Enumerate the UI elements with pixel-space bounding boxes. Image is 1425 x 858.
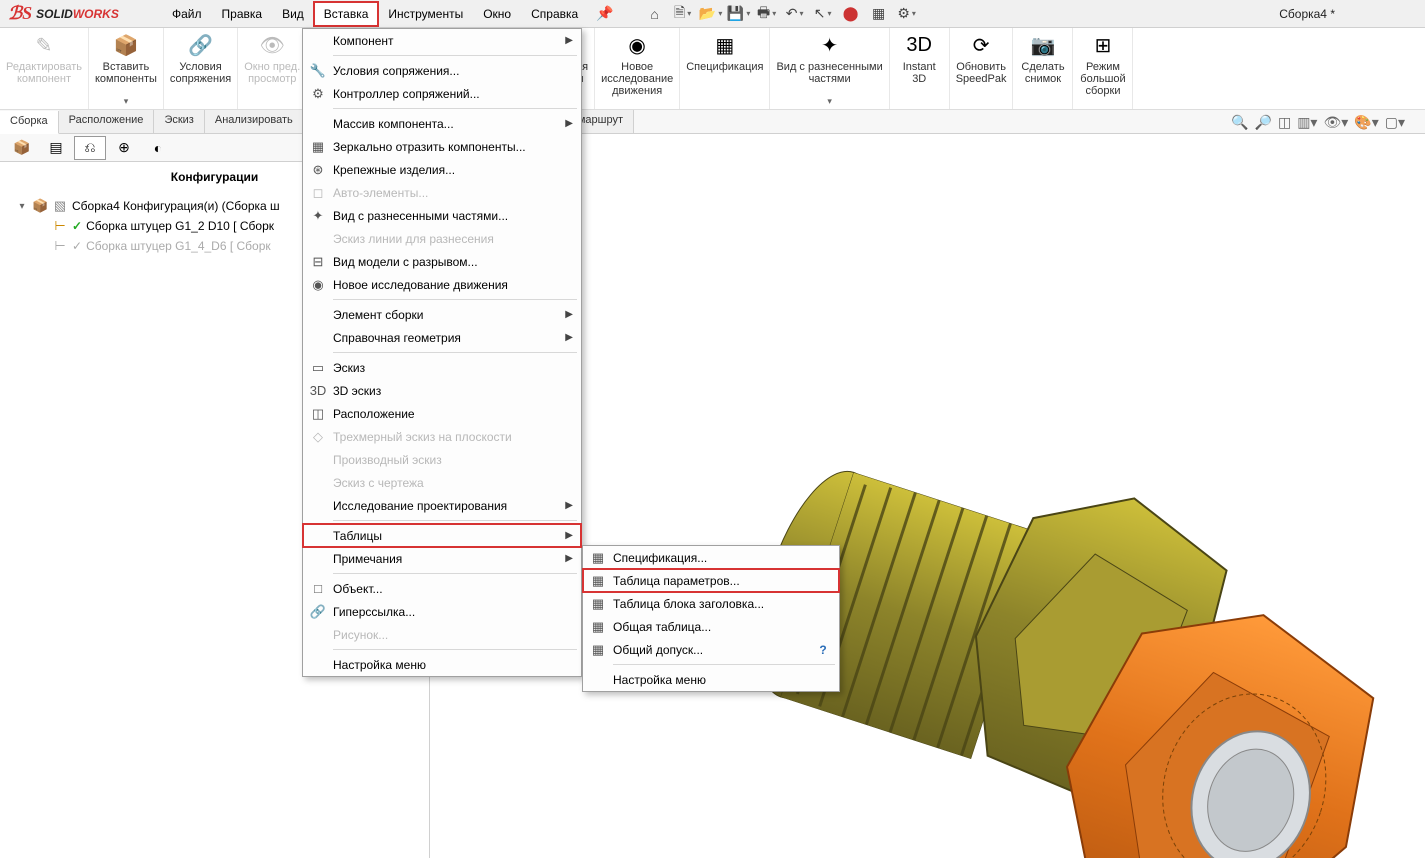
model-render (765, 364, 1425, 858)
menuitem-вид-модели-с-разрывом-[interactable]: ⊟Вид модели с разрывом... (303, 250, 581, 273)
ribbon-11[interactable]: 3DInstant3D (890, 28, 950, 109)
app-logo: ℬS SOLIDWORKS (0, 3, 162, 24)
menuitem-таблицы[interactable]: Таблицы▶ (303, 524, 581, 547)
appearance-icon[interactable]: 🎨▾ (1354, 114, 1378, 131)
home-icon[interactable]: ⌂ (642, 3, 668, 25)
ribbon-10[interactable]: ✦Вид с разнесеннымичастями▾ (770, 28, 889, 109)
pin-icon[interactable]: 📌 (588, 5, 621, 22)
menuitem-массив-компонента-[interactable]: Массив компонента...▶ (303, 112, 581, 135)
zoom-area-icon[interactable]: 🔎 (1255, 114, 1272, 131)
menuitem-настройка-меню[interactable]: Настройка меню (583, 668, 839, 691)
ribbon-14[interactable]: ⊞Режимбольшойсборки (1073, 28, 1133, 109)
insert-menu-dropdown: Компонент▶ 🔧Условия сопряжения...⚙Контрол… (302, 28, 582, 677)
menuitem-контроллер-сопряжений-[interactable]: ⚙Контроллер сопряжений... (303, 82, 581, 105)
menuitem-настройка-меню[interactable]: Настройка меню (303, 653, 581, 676)
menu-вид[interactable]: Вид (272, 2, 314, 26)
menu-инструменты[interactable]: Инструменты (378, 2, 473, 26)
menuitem-эскиз-с-чертежа: Эскиз с чертежа (303, 471, 581, 494)
menuitem-зеркально-отразить-компоненты-[interactable]: ▦Зеркально отразить компоненты... (303, 135, 581, 158)
view-toolbar: 🔍 🔎 ◫ ▥▾ 👁▾ 🎨▾ ▢▾ (1231, 110, 1405, 134)
menu-файл[interactable]: Файл (162, 2, 212, 26)
menuitem-условия-сопряжения-[interactable]: 🔧Условия сопряжения... (303, 59, 581, 82)
menuitem-расположение[interactable]: ◫Расположение (303, 402, 581, 425)
menuitem-гиперссылка-[interactable]: 🔗Гиперссылка... (303, 600, 581, 623)
menuitem-примечания[interactable]: Примечания▶ (303, 547, 581, 570)
tab-3[interactable]: Анализировать (205, 110, 304, 133)
zoom-fit-icon[interactable]: 🔍 (1231, 114, 1248, 131)
dimxpert-tab[interactable]: ⊕ (108, 136, 140, 160)
display-tab[interactable]: ◐ (142, 136, 174, 160)
print-icon[interactable]: 🖶 (754, 3, 780, 25)
menu-вставка[interactable]: Вставка (314, 2, 379, 26)
menuitem-спецификация-[interactable]: ▦Спецификация... (583, 546, 839, 569)
new-icon[interactable]: 🗎 (670, 3, 696, 25)
menuitem-вид-с-разнесенными-частями-[interactable]: ✦Вид с разнесенными частями... (303, 204, 581, 227)
ribbon-12[interactable]: ⟳ОбновитьSpeedPak (950, 28, 1014, 109)
menuitem-таблица-блока-заголовка-[interactable]: ▦Таблица блока заголовка... (583, 592, 839, 615)
menuitem-общая-таблица-[interactable]: ▦Общая таблица... (583, 615, 839, 638)
ribbon-2[interactable]: 🔗Условиясопряжения (164, 28, 238, 109)
menuitem-трехмерный-эскиз-на-плоскости: ◇Трехмерный эскиз на плоскости (303, 425, 581, 448)
menu-окно[interactable]: Окно (473, 2, 521, 26)
menuitem-таблица-параметров-[interactable]: ▦Таблица параметров... (583, 569, 839, 592)
ribbon-8[interactable]: ◉Новоеисследованиедвижения (595, 28, 680, 109)
ribbon-3: 👁Окно пред.просмотр (238, 28, 307, 109)
menuitem-исследование-проектирования[interactable]: Исследование проектирования▶ (303, 494, 581, 517)
menuitem-авто-элементы-: ◻Авто-элементы... (303, 181, 581, 204)
tab-1[interactable]: Расположение (59, 110, 155, 133)
property-tab[interactable]: ▤ (40, 136, 72, 160)
open-icon[interactable]: 📂 (698, 3, 724, 25)
ribbon-13[interactable]: 📷Сделатьснимок (1013, 28, 1073, 109)
undo-icon[interactable]: ↶ (782, 3, 808, 25)
menuitem-общий-допуск-[interactable]: ▦Общий допуск...? (583, 638, 839, 661)
menuitem-эскиз[interactable]: ▭Эскиз (303, 356, 581, 379)
view-orient-icon[interactable]: ◫ (1278, 114, 1291, 131)
menuitem-справочная-геометрия[interactable]: Справочная геометрия▶ (303, 326, 581, 349)
tab-2[interactable]: Эскиз (154, 110, 204, 133)
ribbon-9[interactable]: ▦Спецификация (680, 28, 770, 109)
options-icon[interactable]: ▦ (866, 3, 892, 25)
ribbon-0: ✎Редактироватькомпонент (0, 28, 89, 109)
menuitem-новое-исследование-движения[interactable]: ◉Новое исследование движения (303, 273, 581, 296)
document-title: Сборка4 * (1279, 0, 1425, 28)
tables-submenu-dropdown: ▦Спецификация...▦Таблица параметров...▦Т… (582, 545, 840, 692)
menuitem-крепежные-изделия-[interactable]: ⊛Крепежные изделия... (303, 158, 581, 181)
rebuild-icon[interactable]: ⬤ (838, 3, 864, 25)
menuitem-элемент-сборки[interactable]: Элемент сборки▶ (303, 303, 581, 326)
menuitem-эскиз-линии-для-разнесения: Эскиз линии для разнесения (303, 227, 581, 250)
feature-tree-tab[interactable]: 📦 (6, 136, 38, 160)
config-tab[interactable]: ⎌ (74, 136, 106, 160)
select-icon[interactable]: ↖ (810, 3, 836, 25)
menu-справка[interactable]: Справка (521, 2, 588, 26)
display-style-icon[interactable]: ▥▾ (1297, 114, 1317, 131)
menuitem-компонент[interactable]: Компонент▶ (303, 29, 581, 52)
menuitem-объект-[interactable]: □Объект... (303, 577, 581, 600)
quick-toolbar: ⌂ 🗎 📂 💾 🖶 ↶ ↖ ⬤ ▦ ⚙ (642, 3, 920, 25)
ribbon-1[interactable]: 📦Вставитькомпоненты▾ (89, 28, 164, 109)
save-icon[interactable]: 💾 (726, 3, 752, 25)
menuitem-производный-эскиз: Производный эскиз (303, 448, 581, 471)
hide-show-icon[interactable]: 👁▾ (1323, 114, 1348, 131)
menuitem-3d-эскиз[interactable]: 3D3D эскиз (303, 379, 581, 402)
settings-icon[interactable]: ⚙ (894, 3, 920, 25)
menu-правка[interactable]: Правка (212, 2, 273, 26)
scene-icon[interactable]: ▢▾ (1385, 114, 1405, 131)
tab-0[interactable]: Сборка (0, 111, 59, 134)
menuitem-рисунок-: Рисунок... (303, 623, 581, 646)
